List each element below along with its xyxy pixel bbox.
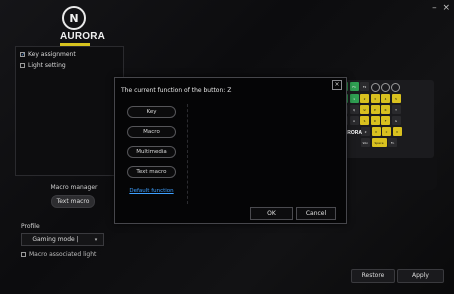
key[interactable]: 4 [381,94,390,103]
keyboard-row: Esc F1 F2 [339,82,434,92]
profile-select[interactable]: Gaming mode | ▾ [21,233,104,246]
key[interactable]: 2 [360,94,369,103]
function-default-button[interactable]: Default function [128,186,176,196]
key[interactable]: Space [371,138,387,147]
key[interactable]: A [349,116,359,125]
minimize-icon[interactable]: – [432,3,437,13]
key[interactable]: F1 [349,82,359,91]
chevron-down-icon[interactable]: ▾ [89,237,103,243]
cancel-button[interactable]: Cancel [296,207,336,220]
keyboard-row: ~ 1 2 3 4 5 [339,94,434,103]
keyboard-row: Caps A S D F G [339,116,434,125]
key[interactable]: Z [361,127,370,136]
key[interactable]: Q [349,105,359,114]
checkbox-icon[interactable] [21,252,26,257]
key[interactable]: 1 [349,94,359,103]
function-multimedia-button[interactable]: Multimedia [127,146,176,158]
close-icon[interactable]: × [442,3,450,13]
key[interactable]: F2 [360,82,369,91]
macro-manager-label: Macro manager [50,184,98,191]
key-function-dialog: The current function of the button: Z × … [114,77,347,224]
function-list: Key Macro Multimedia Text macro Default … [121,106,182,204]
ok-button[interactable]: OK [250,207,293,220]
key[interactable]: 5 [391,94,401,103]
options-panel: ✓ Key assignment Light setting [15,46,124,176]
keyboard-row: Z X C V [361,127,434,136]
function-key-button[interactable]: Key [127,106,176,118]
apply-button[interactable]: Apply [397,269,444,283]
key[interactable]: Fn [388,138,397,147]
macro-associated-light-option[interactable]: Macro associated light [21,251,96,258]
keyboard-preview: Esc F1 F2 ~ 1 2 3 4 5 Tab Q W E R T Caps… [337,80,434,158]
option-label: Key assignment [28,51,76,58]
function-macro-button[interactable]: Macro [127,126,176,138]
profile-label: Profile [21,223,40,230]
dialog-divider [187,104,188,204]
checkbox-checked-icon[interactable]: ✓ [20,52,25,58]
restore-button[interactable]: Restore [351,269,395,283]
key[interactable]: D [370,116,380,125]
option-light-setting[interactable]: Light setting [20,62,123,69]
brand-name: AURORA [60,31,106,42]
close-icon[interactable]: × [332,80,342,90]
key[interactable]: F [381,116,390,125]
knob-icon [390,83,400,92]
window-controls: – × [429,3,450,13]
macro-light-label: Macro associated light [29,251,97,258]
knob-icon [380,83,390,92]
option-key-assignment[interactable]: ✓ Key assignment [20,51,123,58]
checkbox-icon[interactable] [20,63,25,68]
text-macro-button[interactable]: Text macro [51,195,95,208]
key[interactable]: E [370,105,380,114]
option-label: Light setting [28,62,66,69]
key[interactable]: C [382,127,391,136]
function-text-macro-button[interactable]: Text macro [127,166,176,178]
keyboard-row: Win Space Fn [361,138,434,147]
logo-n-icon: N [62,6,86,30]
dialog-title: The current function of the button: Z [121,87,232,94]
key[interactable]: T [391,105,401,114]
profile-selected-value: Gaming mode | [32,236,79,243]
key[interactable]: V [392,127,402,136]
knob-icon [370,83,380,92]
key[interactable]: 3 [370,94,380,103]
key[interactable]: W [360,105,369,114]
keyboard-row: Tab Q W E R T [339,105,434,114]
key[interactable]: Win [361,138,370,147]
key[interactable]: R [381,105,390,114]
key[interactable]: S [360,116,369,125]
key[interactable]: X [371,127,381,136]
brand-logo: N AURORA [60,6,106,46]
key[interactable]: G [391,116,401,125]
app-window: N AURORA – × ✓ Key assignment Light sett… [0,0,454,294]
keyboard-wrist-rest [345,158,437,190]
